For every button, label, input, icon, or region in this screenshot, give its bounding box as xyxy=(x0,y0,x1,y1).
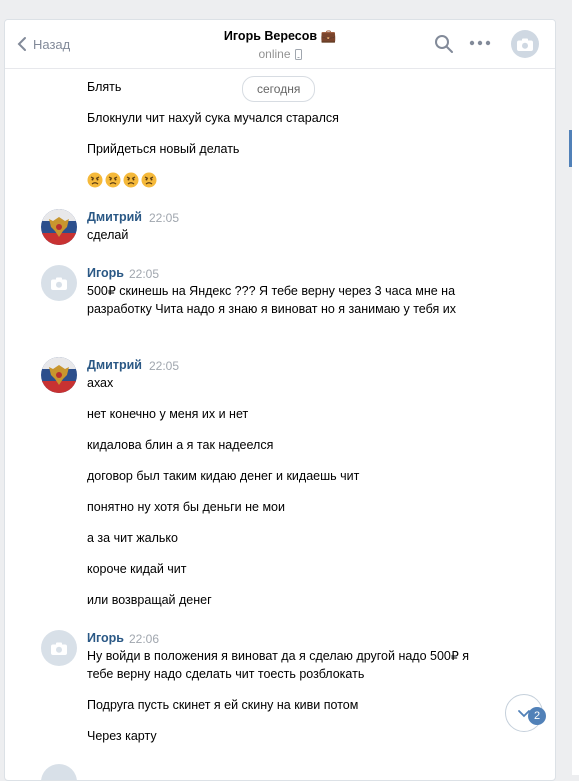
message-text: договор был таким кидаю денег и кидаешь … xyxy=(87,469,360,483)
angry-face-icon xyxy=(123,172,139,188)
date-divider: сегодня xyxy=(242,76,316,102)
angry-face-icon xyxy=(105,172,121,188)
camera-icon xyxy=(51,277,67,290)
contact-avatar[interactable] xyxy=(511,30,539,58)
angry-face-icon xyxy=(87,172,103,188)
camera-icon xyxy=(517,38,533,51)
message-text: понятно ну хотя бы деньги не мои xyxy=(87,500,285,514)
unread-count-badge: 2 xyxy=(528,707,546,725)
message-text: Ну войди в положения я виноват да я сдел… xyxy=(87,649,470,681)
chat-panel: Назад Игорь Вересов 💼 online Блять сегод… xyxy=(4,19,556,781)
emoji-row xyxy=(87,170,159,188)
avatar[interactable] xyxy=(41,630,77,666)
message-text: Через карту xyxy=(87,729,157,743)
author-name[interactable]: Дмитрий xyxy=(87,210,142,224)
angry-face-icon xyxy=(141,172,157,188)
author-name[interactable]: Дмитрий xyxy=(87,358,142,372)
avatar[interactable] xyxy=(41,357,77,393)
message-time[interactable]: 22:05 xyxy=(149,211,179,225)
right-nav-indicator xyxy=(569,130,572,167)
message-text: сделай xyxy=(87,228,129,242)
message-time[interactable]: 22:06 xyxy=(129,632,159,646)
author-name[interactable]: Игорь xyxy=(87,631,124,645)
avatar[interactable] xyxy=(41,265,77,301)
message-text: 500₽ скинешь на Яндекс ??? Я тебе верну … xyxy=(87,284,456,316)
coat-of-arms-avatar xyxy=(41,357,77,393)
message-text: Подруга пусть скинет я ей скину на киви … xyxy=(87,698,359,712)
message-text: ахах xyxy=(87,376,114,390)
message-text: нет конечно у меня их и нет xyxy=(87,407,249,421)
message-time[interactable]: 22:05 xyxy=(129,267,159,281)
mobile-icon xyxy=(294,48,302,60)
camera-icon xyxy=(51,642,67,655)
chat-header: Назад Игорь Вересов 💼 online xyxy=(5,20,555,69)
right-column xyxy=(572,0,579,775)
more-icon[interactable] xyxy=(469,40,491,46)
message-text: а за чит жалько xyxy=(87,531,178,545)
online-status: online xyxy=(5,47,555,61)
message-time[interactable]: 22:05 xyxy=(149,359,179,373)
avatar[interactable] xyxy=(41,209,77,245)
message-text: или возвращай денег xyxy=(87,593,212,607)
message-text: Блять xyxy=(87,80,122,94)
author-name[interactable]: Игорь xyxy=(87,266,124,280)
coat-of-arms-avatar xyxy=(41,209,77,245)
message-text: Прийдеться новый делать xyxy=(87,142,240,156)
status-text: online xyxy=(258,47,291,61)
message-text: кидалова блин а я так надеелся xyxy=(87,438,274,452)
search-icon[interactable] xyxy=(434,34,454,54)
avatar[interactable] xyxy=(41,764,77,780)
message-text: Блокнули чит нахуй сука мучался старался xyxy=(87,111,339,125)
message-text: короче кидай чит xyxy=(87,562,187,576)
